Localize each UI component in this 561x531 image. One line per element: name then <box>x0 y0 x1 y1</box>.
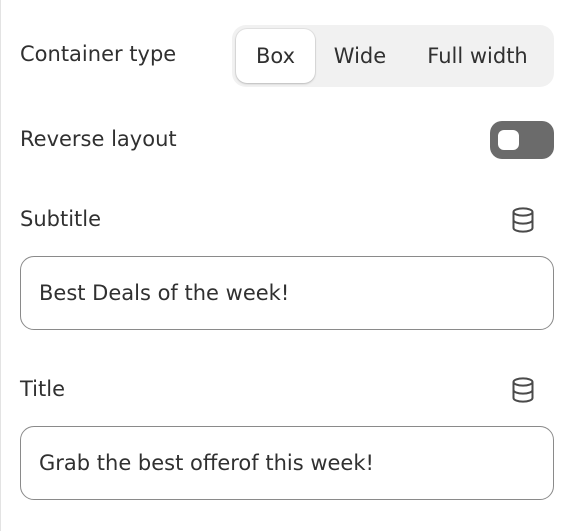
database-icon[interactable] <box>511 377 535 403</box>
title-input[interactable]: Grab the best offerof this week! <box>20 426 554 500</box>
title-label: Title <box>20 377 66 401</box>
container-type-option-wide[interactable]: Wide <box>315 29 405 83</box>
toggle-knob <box>498 130 519 150</box>
container-type-option-full-width[interactable]: Full width <box>405 29 550 83</box>
container-type-option-box[interactable]: Box <box>236 29 315 83</box>
subtitle-input[interactable]: Best Deals of the week! <box>20 256 554 330</box>
subtitle-label: Subtitle <box>20 207 102 231</box>
reverse-layout-label: Reverse layout <box>20 127 177 151</box>
container-type-label: Container type <box>20 42 177 66</box>
settings-panel: Container type Box Wide Full width Rever… <box>0 0 561 531</box>
container-type-segmented-control: Box Wide Full width <box>232 25 554 87</box>
reverse-layout-toggle[interactable] <box>490 121 554 159</box>
database-icon[interactable] <box>511 207 535 233</box>
